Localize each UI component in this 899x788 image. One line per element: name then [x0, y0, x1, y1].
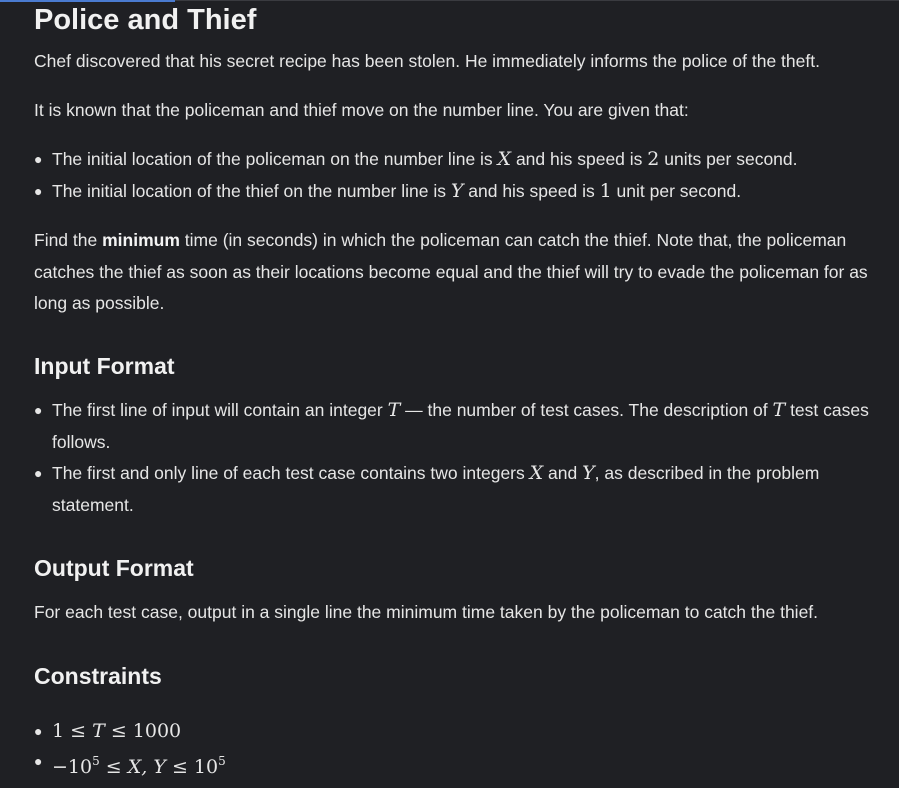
output-format-paragraph: For each test case, output in a single l… — [34, 602, 819, 622]
constraint-t: 1 ≤ T ≤ 1000 — [52, 720, 182, 742]
emphasis-minimum: minimum — [102, 230, 180, 250]
find-paragraph: Find the minimum time (in seconds) in wh… — [34, 230, 868, 313]
output-format-heading: Output Format — [34, 555, 194, 581]
top-divider — [175, 0, 899, 1]
input-format-list: ● The first line of input will contain a… — [34, 395, 884, 521]
top-accent-bar — [0, 0, 175, 2]
list-item: ● The initial location of the thief on t… — [34, 176, 884, 208]
given-list: ● The initial location of the policeman … — [34, 144, 884, 207]
list-item: ● The initial location of the policeman … — [34, 144, 884, 176]
list-item: ● −105 ≤ X, Y ≤ 105 — [34, 746, 884, 782]
list-item: ● 1 ≤ T ≤ 1000 — [34, 716, 884, 746]
list-item: ● The first line of input will contain a… — [34, 395, 884, 458]
bullet-icon: ● — [34, 753, 43, 769]
constraints-list: ● 1 ≤ T ≤ 1000 ● −105 ≤ X, Y ≤ 105 — [34, 716, 884, 782]
constraint-xy: −105 ≤ X, Y ≤ 105 — [52, 754, 226, 778]
bullet-icon: ● — [34, 151, 43, 167]
constraints-heading: Constraints — [34, 663, 162, 689]
problem-title: Police and Thief — [34, 4, 257, 36]
bullet-icon: ● — [34, 723, 43, 739]
bullet-icon: ● — [34, 465, 43, 481]
list-item: ● The first and only line of each test c… — [34, 458, 884, 521]
intro-paragraph: Chef discovered that his secret recipe h… — [34, 51, 820, 71]
bullet-icon: ● — [34, 182, 43, 199]
known-paragraph: It is known that the policeman and thief… — [34, 100, 689, 120]
input-format-heading: Input Format — [34, 353, 175, 379]
bullet-icon: ● — [34, 402, 43, 418]
